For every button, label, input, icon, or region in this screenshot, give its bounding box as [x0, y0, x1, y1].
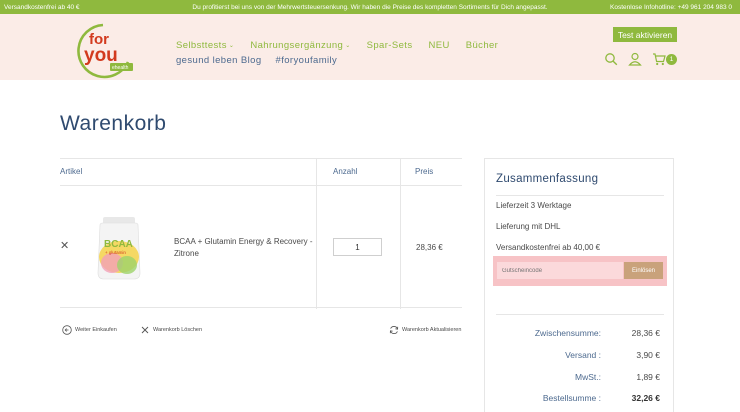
secondary-nav: gesund leben Blog #foryoufamily [176, 55, 337, 66]
product-image-label: BCAA [104, 239, 133, 250]
column-header-price: Preis [415, 167, 434, 176]
nav-item-blog[interactable]: gesund leben Blog [176, 55, 262, 66]
column-header-article: Artikel [60, 167, 83, 176]
chevron-down-icon: ⌄ [345, 43, 351, 49]
page-title: Warenkorb [60, 112, 167, 135]
product-image-sublabel: + glutamin [105, 250, 126, 255]
free-shipping-notice: Versandkostenfrei ab 40 € [4, 3, 80, 11]
subtotal-value: 28,36 € [631, 328, 660, 338]
nav-item-selbsttests[interactable]: Selbsttests ⌄ [176, 40, 234, 51]
nav-item-spar-sets[interactable]: Spar-Sets [367, 40, 413, 51]
item-price: 28,36 € [416, 243, 443, 252]
vat-label: MwSt.: [575, 372, 601, 382]
continue-shopping-link[interactable]: Weiter Einkaufen [62, 325, 117, 335]
cart-table: Artikel Anzahl Preis ✕ BCAA + glutamin B… [60, 158, 462, 309]
subtotal-label: Zwischensumme: [534, 328, 601, 338]
nav-item-foryoufamily[interactable]: #foryoufamily [276, 55, 338, 66]
vat-notice: Du profitierst bei uns von der Mehrwerts… [192, 3, 548, 11]
refresh-icon [389, 326, 399, 334]
order-total-label: Bestellsumme : [542, 393, 601, 403]
close-icon [141, 326, 149, 334]
summary-divider [496, 195, 664, 196]
clear-cart-label: Warenkorb Löschen [153, 327, 203, 333]
remove-item-icon[interactable]: ✕ [60, 241, 70, 252]
site-header: for you ehealth Selbsttests ⌄ Nahrungserg… [0, 14, 740, 80]
chevron-down-icon: ⌄ [228, 43, 235, 49]
update-cart-link[interactable]: Warenkorb Aktualisieren [389, 325, 461, 335]
logo-tag-text: ehealth [112, 65, 129, 71]
column-divider [400, 159, 401, 309]
order-summary: Zusammenfassung Lieferzeit 3 Werktage Li… [484, 158, 674, 412]
shipping-label: Versand : [565, 350, 601, 360]
shipping-carrier: Lieferung mit DHL [496, 222, 561, 231]
product-name-link[interactable]: BCAA + Glutamin Energy & Recovery - Zitr… [174, 236, 322, 260]
cart-count-badge[interactable]: 1 [666, 54, 677, 65]
foryou-logo[interactable]: for you ehealth [72, 22, 134, 80]
column-header-quantity: Anzahl [333, 167, 358, 176]
logo-you-text: you [84, 45, 118, 66]
product-image[interactable]: BCAA + glutamin [94, 215, 144, 281]
hotline-notice: Kostenlose Infohotline: +49 961 204 983 … [610, 3, 732, 11]
summary-divider [496, 314, 664, 315]
top-info-bar: Versandkostenfrei ab 40 € Du profitierst… [0, 0, 740, 14]
quantity-input[interactable] [333, 238, 382, 256]
user-icon[interactable] [628, 52, 642, 66]
column-divider [316, 159, 317, 309]
summary-title: Zusammenfassung [496, 173, 599, 185]
shipping-value: 3,90 € [636, 350, 660, 360]
vat-value: 1,89 € [636, 372, 660, 382]
arrow-left-circle-icon [62, 325, 72, 335]
continue-shopping-label: Weiter Einkaufen [75, 327, 117, 333]
nav-item-neu[interactable]: NEU [428, 40, 449, 51]
redeem-coupon-button[interactable]: Einlösen [624, 262, 663, 279]
delivery-time: Lieferzeit 3 Werktage [496, 201, 572, 210]
coupon-code-input[interactable] [497, 262, 623, 279]
search-icon[interactable] [604, 52, 618, 66]
cart-icon[interactable] [652, 52, 666, 66]
nav-label: Selbsttests [176, 40, 227, 51]
header-divider [60, 185, 462, 186]
coupon-section: Einlösen [493, 256, 667, 286]
main-nav: Selbsttests ⌄ Nahrungsergänzung ⌄ Spar-Set… [176, 40, 498, 51]
order-total-value: 32,26 € [631, 393, 660, 403]
nav-label: Nahrungsergänzung [250, 40, 344, 51]
free-shipping-threshold: Versandkostenfrei ab 40,00 € [496, 243, 601, 252]
clear-cart-link[interactable]: Warenkorb Löschen [140, 325, 202, 335]
update-cart-label: Warenkorb Aktualisieren [402, 327, 462, 333]
nav-item-buecher[interactable]: Bücher [466, 40, 499, 51]
nav-item-nahrungsergaenzung[interactable]: Nahrungsergänzung ⌄ [250, 40, 350, 51]
test-activate-button[interactable]: Test aktivieren [613, 27, 677, 42]
